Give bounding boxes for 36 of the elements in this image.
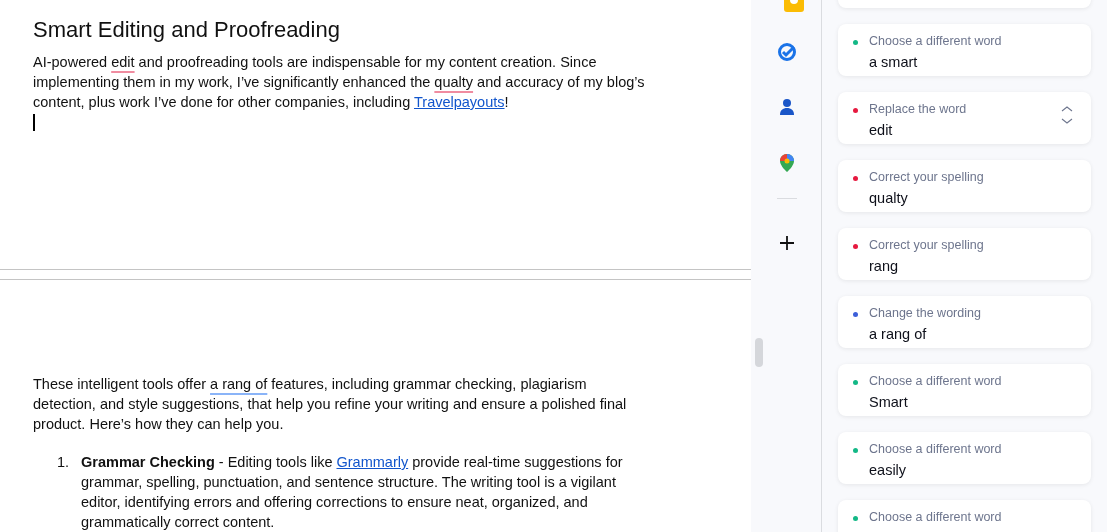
suggestion-card[interactable]: Choose a different word bbox=[838, 500, 1091, 532]
suggestion-label: Correct your spelling bbox=[869, 237, 985, 253]
suggestion-word: Smart bbox=[869, 393, 909, 412]
suggestion-card[interactable]: Choose a different word Smart bbox=[838, 364, 1091, 416]
suggestion-label: Replace the word bbox=[869, 101, 968, 117]
map-pin-icon[interactable] bbox=[780, 154, 794, 172]
suggestion-word: edit bbox=[869, 121, 894, 140]
link[interactable]: Travelpayouts bbox=[414, 94, 505, 110]
suggestion-word: a smart bbox=[869, 53, 919, 72]
suggestion-label: Choose a different word bbox=[869, 509, 1003, 525]
suggestion-label: Choose a different word bbox=[869, 373, 1003, 389]
link[interactable]: Grammarly bbox=[336, 454, 409, 470]
list-number: 1. bbox=[56, 453, 71, 472]
suggestion-label: Choose a different word bbox=[869, 441, 1003, 457]
plus-icon[interactable] bbox=[779, 235, 795, 251]
paragraph: These intelligent tools offer a rang of features, including grammar checking, plagiarism detection, and style suggestions, that help you refine your writing and ensure a polished final product. Here’s how they can help you. bbox=[33, 375, 628, 434]
suggestion-label: Change the wording bbox=[869, 305, 982, 321]
person-icon[interactable] bbox=[779, 98, 795, 116]
suggestion-word: rang bbox=[869, 257, 900, 276]
suggestion-card[interactable]: Correct your spelling rang bbox=[838, 228, 1091, 280]
paragraph: AI-powered edit and proofreading tools are indispensable for my content creation. Since implementing them in my work, I’ve significantly enhanced the qualty and accuracy of my blog’s content, plus work I’ve done for other companies, including Travelpayouts! bbox=[33, 53, 646, 112]
suggestion-card[interactable]: Choose a different word a smart bbox=[838, 24, 1091, 76]
suggestion-card[interactable]: Replace the word edit bbox=[838, 92, 1091, 144]
suggestion-label: Correct your spelling bbox=[869, 169, 985, 185]
scrollbar-thumb[interactable] bbox=[755, 338, 763, 367]
suggestion-card[interactable]: Correct your spelling qualty bbox=[838, 160, 1091, 212]
up-down-chevron-icon[interactable] bbox=[1061, 105, 1073, 125]
suggestion-label: Choose a different word bbox=[869, 33, 1003, 49]
suggestion-card[interactable]: Change the wording a rang of bbox=[838, 296, 1091, 348]
suggestion-word: qualty bbox=[869, 189, 909, 208]
list-item-text: Grammar Checking - Editing tools like Grammarly provide real-time suggestions for grammar, spelling, punctuation, and sentence structure. The writing tool is a vigilant editor, identifying errors and offering corrections to ensure neat, organized, and grammatically correct content. bbox=[81, 453, 624, 532]
suggestion-word: easily bbox=[869, 461, 908, 480]
tasks-check-icon[interactable] bbox=[777, 42, 797, 62]
suggestion-card[interactable]: Choose a different word easily bbox=[838, 432, 1091, 484]
document-heading: Smart Editing and Proofreading bbox=[33, 16, 341, 44]
suggestion-word: a rang of bbox=[869, 325, 928, 344]
